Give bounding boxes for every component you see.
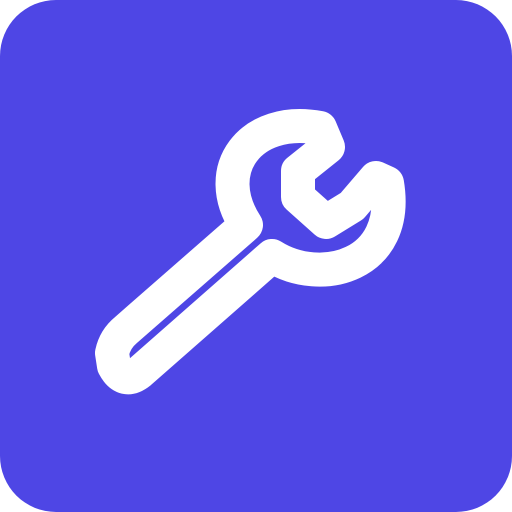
app-icon-tile[interactable] xyxy=(0,0,512,512)
wrench-icon xyxy=(95,109,406,395)
